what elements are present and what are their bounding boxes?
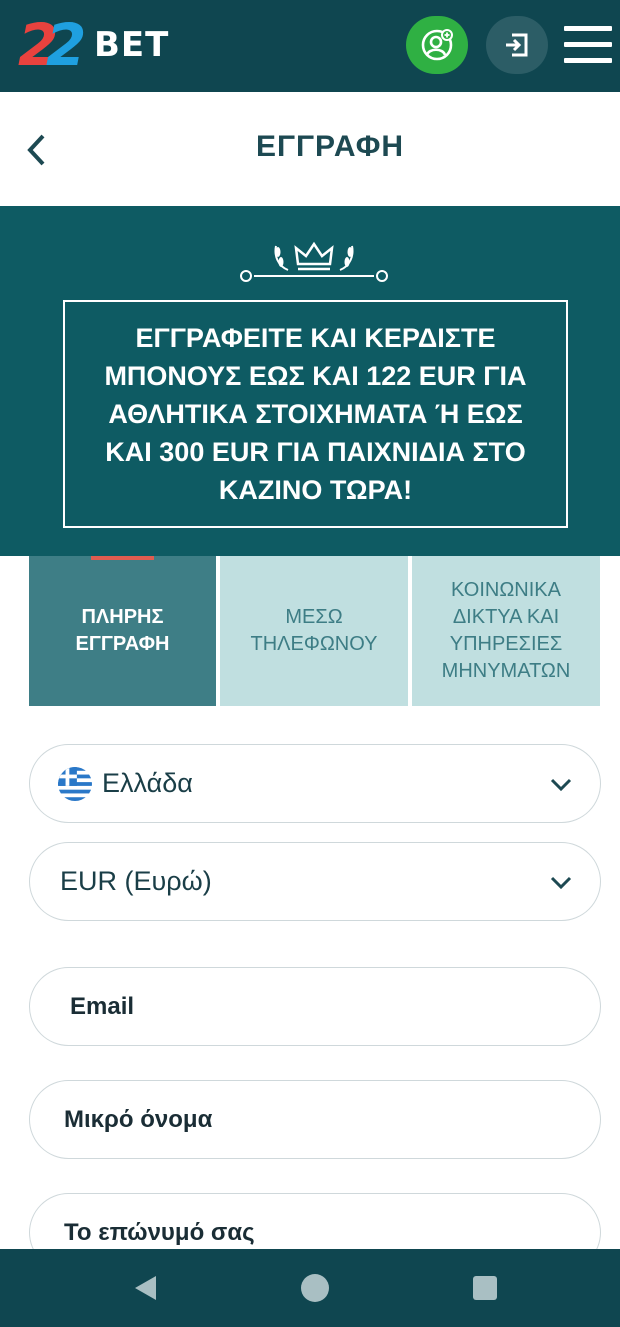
recents-square-icon[interactable] <box>470 1273 500 1303</box>
promo-banner: ΕΓΓΡΑΦΕΙΤΕ ΚΑΙ ΚΕΡΔΙΣΤΕ ΜΠΟΝΟΥΣ ΕΩΣ ΚΑΙ … <box>0 206 620 556</box>
system-navigation-bar <box>0 1249 620 1327</box>
country-value: Ελλάδα <box>102 768 193 798</box>
last-name-input[interactable] <box>64 1218 544 1247</box>
tab-label: ΠΛΗΡΗΣ ΕΓΓΡΑΦΗ <box>75 606 170 655</box>
page-title: ΕΓΓΡΑΦΗ <box>255 130 404 163</box>
crown-laurel-icon <box>240 241 388 282</box>
active-tab-indicator <box>91 556 154 560</box>
register-button[interactable] <box>406 16 468 74</box>
promo-text: ΕΓΓΡΑΦΕΙΤΕ ΚΑΙ ΚΕΡΔΙΣΤΕ ΜΠΟΝΟΥΣ ΕΩΣ ΚΑΙ … <box>104 323 527 505</box>
currency-select[interactable]: EUR (Ευρώ) <box>29 842 601 921</box>
promo-box: ΕΓΓΡΑΦΕΙΤΕ ΚΑΙ ΚΕΡΔΙΣΤΕ ΜΠΟΝΟΥΣ ΕΩΣ ΚΑΙ … <box>63 300 568 528</box>
tab-full-registration[interactable]: ΠΛΗΡΗΣ ΕΓΓΡΑΦΗ <box>29 556 216 706</box>
top-app-bar: 2 2 BET <box>0 0 620 92</box>
email-field[interactable] <box>29 967 601 1046</box>
page-header: ΕΓΓΡΑΦΗ <box>0 92 620 206</box>
tab-social-registration[interactable]: ΚΟΙΝΩΝΙΚΑ ΔΙΚΤΥΑ ΚΑΙ ΥΠΗΡΕΣΙΕΣ ΜΗΝΥΜΑΤΩΝ <box>412 556 600 706</box>
logo-digit-2-blue: 2 <box>46 11 87 79</box>
country-select[interactable]: Ελλάδα <box>29 744 601 823</box>
chevron-down-icon <box>550 876 572 890</box>
tab-phone-registration[interactable]: ΜΕΣΩ ΤΗΛΕΦΩΝΟΥ <box>220 556 408 706</box>
home-circle-icon[interactable] <box>300 1273 330 1303</box>
back-triangle-icon[interactable] <box>130 1273 160 1303</box>
tab-label: ΚΟΙΝΩΝΙΚΑ ΔΙΚΤΥΑ ΚΑΙ ΥΠΗΡΕΣΙΕΣ ΜΗΝΥΜΑΤΩΝ <box>441 579 571 682</box>
login-icon <box>506 33 528 57</box>
tab-label: ΜΕΣΩ ΤΗΛΕΦΩΝΟΥ <box>250 606 378 655</box>
add-user-icon <box>421 29 453 61</box>
greece-flag-icon <box>58 767 92 801</box>
22bet-logo[interactable]: 2 2 BET <box>16 10 188 82</box>
first-name-input[interactable] <box>64 1105 544 1134</box>
email-input[interactable] <box>70 992 550 1021</box>
first-name-field[interactable] <box>29 1080 601 1159</box>
logo-word: BET <box>94 25 170 65</box>
chevron-down-icon <box>550 778 572 792</box>
hamburger-menu-icon[interactable] <box>564 26 612 66</box>
registration-method-tabs: ΠΛΗΡΗΣ ΕΓΓΡΑΦΗ ΜΕΣΩ ΤΗΛΕΦΩΝΟΥ ΚΟΙΝΩΝΙΚΑ … <box>29 556 600 706</box>
login-button[interactable] <box>486 16 548 74</box>
currency-value: EUR (Ευρώ) <box>60 866 212 896</box>
